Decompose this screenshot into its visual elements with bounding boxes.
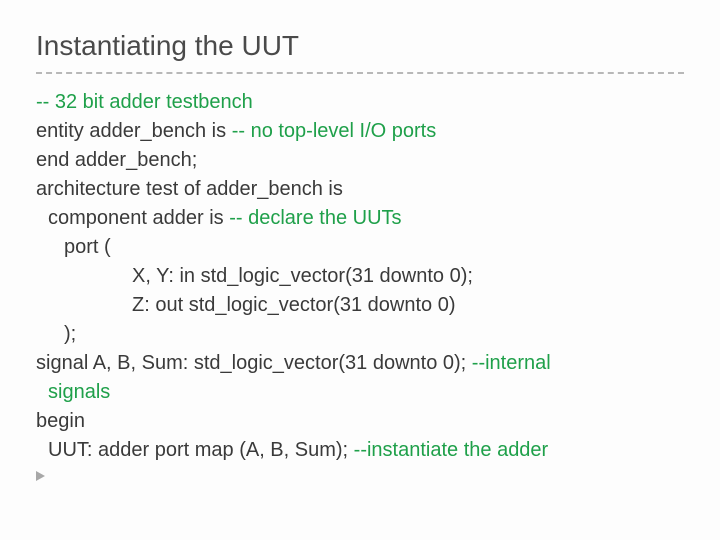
code-text: architecture test of adder_bench is bbox=[36, 175, 684, 204]
slide-title: Instantiating the UUT bbox=[36, 30, 684, 62]
code-comment: --internal bbox=[472, 352, 551, 374]
code-comment: -- 32 bit adder testbench bbox=[36, 91, 253, 113]
code-text: end adder_bench; bbox=[36, 146, 684, 175]
code-text: begin bbox=[36, 407, 684, 436]
code-comment: --instantiate the adder bbox=[354, 439, 549, 461]
code-text: UUT: adder port map (A, B, Sum); bbox=[48, 439, 354, 461]
code-text: signal A, B, Sum: std_logic_vector(31 do… bbox=[36, 352, 472, 374]
code-comment: signals bbox=[48, 381, 110, 403]
code-text: X, Y: in std_logic_vector(31 downto 0); bbox=[36, 262, 684, 291]
code-text: component adder is bbox=[48, 207, 229, 229]
slide-marker-icon bbox=[36, 471, 45, 481]
title-divider bbox=[36, 72, 684, 74]
code-block: -- 32 bit adder testbench entity adder_b… bbox=[36, 88, 684, 465]
code-text: entity adder_bench is bbox=[36, 120, 232, 142]
code-text: ); bbox=[36, 320, 684, 349]
code-comment: -- declare the UUTs bbox=[229, 207, 401, 229]
code-comment: -- no top-level I/O ports bbox=[232, 120, 437, 142]
code-text: port ( bbox=[36, 233, 684, 262]
code-text: Z: out std_logic_vector(31 downto 0) bbox=[36, 291, 684, 320]
